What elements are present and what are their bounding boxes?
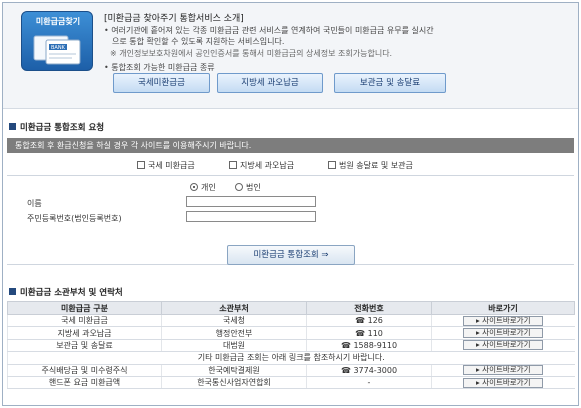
- search-section-title: 미환급금 통합조회 요청: [9, 121, 104, 133]
- radio-individual[interactable]: 개인: [190, 182, 216, 193]
- checkbox-box[interactable]: [229, 160, 237, 169]
- table-row: 국세 미환급금 국세청 ☎ 126 ▸ 사이트바로가기: [7, 314, 575, 328]
- table-row: 주식배당금 및 미수령주식 한국예탁결제원 ☎ 3774-3000 ▸ 사이트바…: [7, 364, 575, 377]
- registration-number-input[interactable]: [186, 211, 316, 222]
- header-phone: 전화번호: [306, 301, 432, 315]
- checkbox-box[interactable]: [328, 160, 336, 169]
- checkbox-court-fee[interactable]: 법원 송달료 및 보관금: [328, 160, 413, 171]
- checkbox-box[interactable]: [137, 160, 145, 169]
- page-frame: 미환급금찾기 BANK [미환급금 찾아주기 통합서비스 소개] • 여러기관에…: [2, 2, 579, 406]
- name-label: 이름: [27, 199, 42, 208]
- table-note-row: 기타 미환급금 조회는 아래 링크를 참조하시기 바랍니다.: [7, 351, 575, 365]
- intro-privacy-note: ※ 개인정보보호차원에서 공인인증서를 통해서 미환급금의 상세정보 조회가능합…: [110, 49, 393, 58]
- department-section-title: 미환급금 소관부처 및 연락처: [9, 286, 123, 298]
- radio-dot[interactable]: [235, 182, 243, 191]
- header-department: 소관부처: [161, 301, 307, 315]
- search-notice-banner: 통합조회 후 환급신청을 하실 경우 각 사이트를 이용해주시기 바랍니다.: [7, 138, 574, 153]
- logo-pic-text: BANK: [51, 45, 66, 51]
- logo-title: 미환급금찾기: [35, 17, 81, 26]
- header-shortcut: 바로가기: [431, 301, 575, 315]
- table-row: 핸드폰 요금 미환급액 한국통신사업자연합회 - ▸ 사이트바로가기: [7, 376, 575, 390]
- site-shortcut-button[interactable]: ▸ 사이트바로가기: [463, 328, 544, 339]
- intro-description-line2: 으로 통합 확인할 수 있도록 지원하는 서비스입니다.: [112, 37, 285, 46]
- registration-number-label: 주민등록번호(법인등록번호): [27, 214, 122, 223]
- section-bullet-icon: [9, 288, 16, 295]
- site-shortcut-button[interactable]: ▸ 사이트바로가기: [463, 340, 544, 351]
- checkbox-local-tax[interactable]: 지방세 과오납금: [229, 160, 294, 171]
- section-bullet-icon: [9, 123, 16, 130]
- table-header-row: 미환급금 구분 소관부처 전화번호 바로가기: [7, 301, 575, 315]
- site-shortcut-button[interactable]: ▸ 사이트바로가기: [463, 315, 544, 326]
- radio-dot[interactable]: [190, 182, 198, 191]
- department-table: 미환급금 구분 소관부처 전화번호 바로가기 국세 미환급금 국세청 ☎ 126…: [7, 301, 575, 390]
- integrated-search-button[interactable]: 미환급금 통합조회 ⇒: [227, 245, 355, 265]
- intro-panel: 미환급금찾기 BANK [미환급금 찾아주기 통합서비스 소개] • 여러기관에…: [3, 3, 578, 109]
- intro-title: [미환급금 찾아주기 통합서비스 소개]: [104, 14, 244, 24]
- intro-available-types: • 통합조회 가능한 미환급금 종류: [104, 63, 215, 72]
- header-refund-type: 미환급금 구분: [7, 301, 162, 315]
- deposit-delivery-fee-button[interactable]: 보관금 및 송달료: [334, 73, 446, 93]
- site-shortcut-button[interactable]: ▸ 사이트바로가기: [463, 365, 544, 376]
- other-refunds-note: 기타 미환급금 조회는 아래 링크를 참조하시기 바랍니다.: [7, 351, 575, 365]
- intro-description-line1: • 여러기관에 흩어져 있는 각종 미환급금 관련 서비스를 연계하여 국민들이…: [104, 26, 434, 35]
- table-row: 보관금 및 송달료 대법원 ☎ 1588-9110 ▸ 사이트바로가기: [7, 339, 575, 353]
- site-shortcut-button[interactable]: ▸ 사이트바로가기: [463, 377, 544, 388]
- local-tax-overpayment-button[interactable]: 지방세 과오납금: [217, 73, 323, 93]
- checkbox-national-tax[interactable]: 국세 미환급금: [137, 160, 195, 171]
- service-logo: 미환급금찾기 BANK: [21, 11, 93, 71]
- radio-corporation[interactable]: 법인: [235, 182, 261, 193]
- name-input[interactable]: [186, 196, 316, 207]
- bank-book-icon: BANK: [33, 35, 81, 65]
- national-tax-refund-button[interactable]: 국세미환급금: [113, 73, 210, 93]
- table-row: 지방세 과오납금 행정안전부 ☎ 110 ▸ 사이트바로가기: [7, 326, 575, 340]
